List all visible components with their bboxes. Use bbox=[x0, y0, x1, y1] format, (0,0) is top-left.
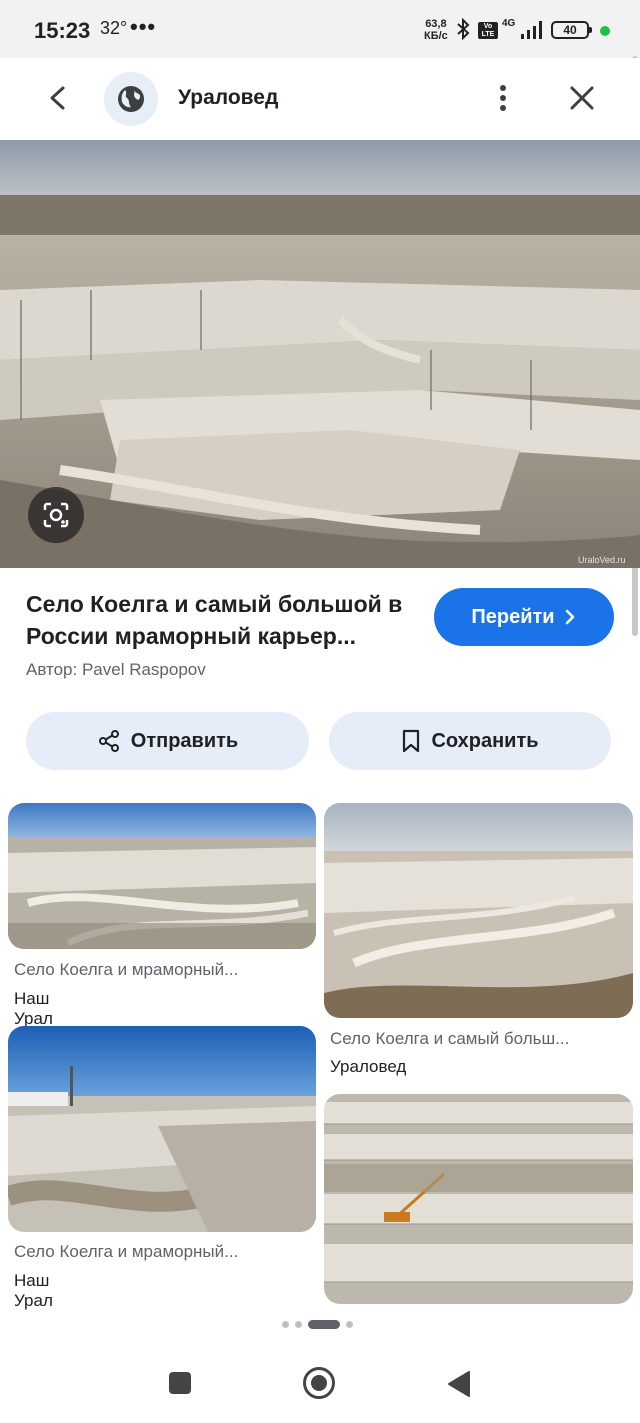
pagination-dots bbox=[282, 1320, 353, 1329]
status-temperature: 32° bbox=[100, 18, 128, 38]
bluetooth-icon bbox=[457, 18, 470, 40]
pagination-dot-active bbox=[308, 1320, 340, 1329]
site-favicon bbox=[104, 72, 158, 126]
related-source: Наш Урал bbox=[14, 989, 53, 1028]
save-button[interactable]: Сохранить bbox=[329, 712, 611, 770]
more-vert-icon bbox=[500, 85, 506, 111]
pagination-dot bbox=[295, 1321, 302, 1328]
marble-quarry-photo: UralоVed.ru bbox=[0, 140, 640, 568]
network-type: 4G bbox=[502, 18, 516, 29]
status-network-speed: 63,8 КБ/с bbox=[424, 18, 448, 42]
share-icon bbox=[98, 730, 119, 752]
nav-back-button[interactable] bbox=[447, 1370, 471, 1398]
home-icon bbox=[311, 1375, 327, 1391]
signal-icon bbox=[521, 21, 542, 39]
related-image[interactable] bbox=[324, 1094, 633, 1304]
lens-icon bbox=[43, 502, 69, 528]
related-source: Наш Урал bbox=[14, 1271, 53, 1310]
privacy-indicator-dot bbox=[600, 26, 610, 36]
close-button[interactable] bbox=[564, 80, 600, 116]
pagination-dot bbox=[346, 1321, 353, 1328]
status-time: 15:23 bbox=[34, 18, 91, 43]
pagination-dot bbox=[282, 1321, 289, 1328]
share-button-label: Отправить bbox=[130, 729, 239, 752]
watermark-text: UralоVed.ru bbox=[578, 555, 626, 565]
google-lens-button[interactable] bbox=[28, 487, 84, 543]
visit-button[interactable]: Перейти bbox=[434, 588, 614, 646]
home-button[interactable] bbox=[303, 1367, 335, 1399]
status-bar: 15:23 32° ••• 63,8 КБ/с Vo LTE 4G 40 bbox=[0, 0, 640, 58]
related-image[interactable] bbox=[324, 803, 633, 1018]
more-options-button[interactable] bbox=[488, 80, 518, 116]
related-image[interactable] bbox=[8, 1026, 316, 1232]
related-title[interactable]: Село Коелга и мраморный... bbox=[14, 1242, 238, 1262]
visit-button-label: Перейти bbox=[471, 605, 555, 628]
related-source: Ураловед bbox=[330, 1057, 407, 1076]
close-icon bbox=[570, 86, 594, 110]
system-nav-bar bbox=[0, 1345, 640, 1423]
save-button-label: Сохранить bbox=[431, 729, 539, 752]
main-image[interactable]: UralоVed.ru bbox=[0, 140, 640, 568]
status-speed-value: 63,8 bbox=[425, 18, 447, 30]
related-title[interactable]: Село Коелга и мраморный... bbox=[14, 960, 238, 980]
volte-icon: Vo LTE bbox=[478, 22, 498, 39]
image-author: Автор: Pavel Raspopov bbox=[26, 660, 206, 679]
related-image[interactable] bbox=[8, 803, 316, 949]
chevron-right-icon bbox=[565, 609, 574, 625]
chevron-left-icon bbox=[50, 86, 65, 110]
status-more-icon: ••• bbox=[130, 14, 157, 39]
share-button[interactable]: Отправить bbox=[26, 712, 309, 770]
bookmark-icon bbox=[403, 729, 420, 753]
related-title[interactable]: Село Коелга и самый больш... bbox=[330, 1029, 569, 1049]
image-title[interactable]: Село Коелга и самый большой в России мра… bbox=[26, 588, 426, 652]
recents-button[interactable] bbox=[169, 1372, 191, 1394]
battery-icon: 40 bbox=[551, 21, 592, 39]
viewer-header: Ураловед bbox=[0, 58, 640, 140]
back-button[interactable] bbox=[40, 80, 76, 116]
globe-icon bbox=[118, 86, 144, 112]
status-speed-unit: КБ/с bbox=[424, 30, 448, 42]
site-name[interactable]: Ураловед bbox=[178, 86, 278, 110]
